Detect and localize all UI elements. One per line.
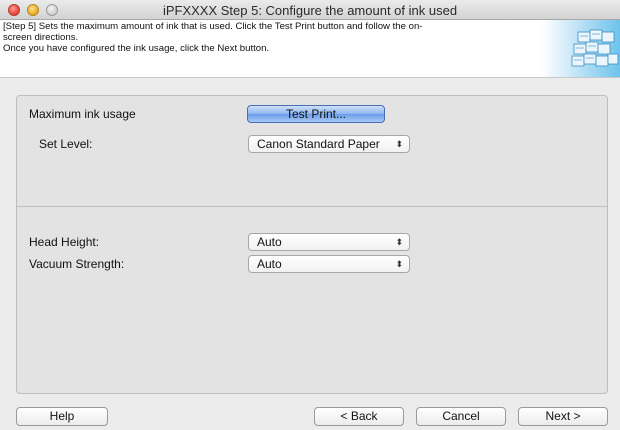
head-height-value: Auto <box>257 235 282 249</box>
instructions-text: [Step 5] Sets the maximum amount of ink … <box>3 21 523 54</box>
help-button[interactable]: Help <box>16 407 108 426</box>
printer-stack-graphic-icon <box>542 20 620 77</box>
vacuum-strength-value: Auto <box>257 257 282 271</box>
back-button[interactable]: < Back <box>314 407 404 426</box>
window-title: iPFXXXX Step 5: Configure the amount of … <box>162 3 458 18</box>
cancel-button[interactable]: Cancel <box>416 407 506 426</box>
head-height-label: Head Height: <box>29 235 100 249</box>
vacuum-strength-select[interactable]: Auto ⬍ <box>248 255 410 273</box>
select-arrows-icon: ⬍ <box>395 139 403 149</box>
test-print-button[interactable]: Test Print... <box>247 105 385 123</box>
select-arrows-icon: ⬍ <box>395 259 403 269</box>
section-divider <box>17 206 607 207</box>
instructions-line-3: Once you have configured the ink usage, … <box>3 43 270 54</box>
title-bar: iPFXXXX Step 5: Configure the amount of … <box>0 0 620 20</box>
max-ink-usage-label: Maximum ink usage <box>29 107 136 121</box>
set-level-value: Canon Standard Paper <box>257 137 380 151</box>
dialog-window: iPFXXXX Step 5: Configure the amount of … <box>0 0 620 430</box>
set-level-label: Set Level: <box>39 137 93 151</box>
instructions-line-2: screen directions. <box>3 32 79 43</box>
head-height-select[interactable]: Auto ⬍ <box>248 233 410 251</box>
vacuum-strength-label: Vacuum Strength: <box>29 257 125 271</box>
next-button[interactable]: Next > <box>518 407 608 426</box>
instructions-header: [Step 5] Sets the maximum amount of ink … <box>0 20 620 78</box>
settings-panel: Maximum ink usage Test Print... Set Leve… <box>16 95 608 394</box>
set-level-select[interactable]: Canon Standard Paper ⬍ <box>248 135 410 153</box>
select-arrows-icon: ⬍ <box>395 237 403 247</box>
instructions-line-1: [Step 5] Sets the maximum amount of ink … <box>3 21 423 32</box>
